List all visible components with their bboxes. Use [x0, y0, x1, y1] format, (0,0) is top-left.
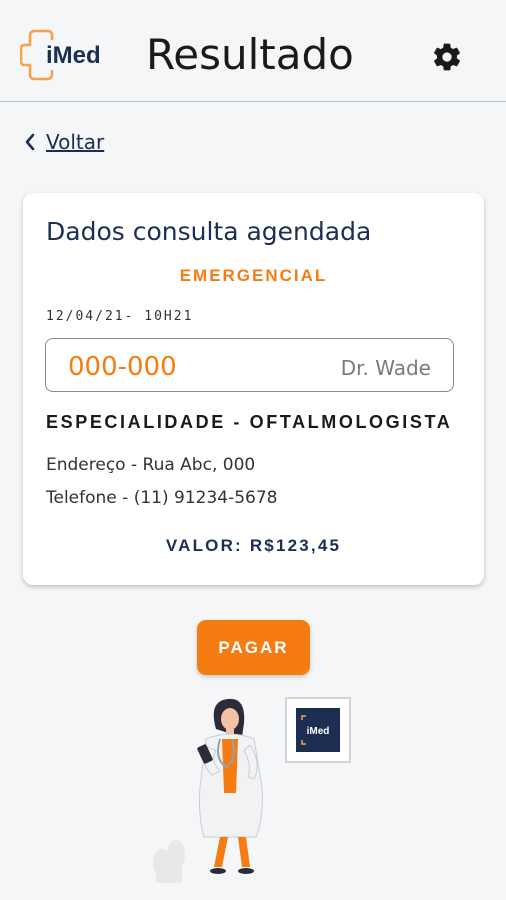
back-label[interactable]: Voltar [46, 130, 104, 154]
page-title: Resultado [146, 30, 354, 79]
plant-icon [153, 840, 185, 883]
phone-text: Telefone - (11) 91234-5678 [46, 488, 278, 508]
gear-icon[interactable] [431, 41, 463, 73]
back-link[interactable]: Voltar [24, 130, 104, 154]
logo-text: iMed [46, 42, 101, 69]
chevron-left-icon [25, 133, 35, 151]
pay-button[interactable]: PAGAR [197, 620, 310, 675]
app-header: iMed Resultado [0, 0, 506, 102]
card-title: Dados consulta agendada [46, 217, 372, 246]
address-text: Endereço - Rua Abc, 000 [46, 455, 256, 475]
price-value: VALOR: R$123,45 [165, 536, 342, 555]
appointment-datetime: 12/04/21- 10H21 [46, 309, 194, 324]
imed-board: iMed [285, 697, 351, 763]
board-logo-text: iMed [307, 726, 330, 737]
priority-badge: EMERGENCIAL [179, 266, 328, 285]
appointment-code: 000-000 [68, 352, 177, 382]
specialty-label: ESPECIALIDADE - OFTALMOLOGISTA [46, 412, 453, 432]
appointment-card: Dados consulta agendada EMERGENCIAL 12/0… [23, 193, 484, 585]
appointment-code-field: 000-000 Dr. Wade [45, 338, 454, 392]
doctor-name: Dr. Wade [340, 356, 431, 380]
doctor-illustration: iMed [153, 697, 351, 883]
